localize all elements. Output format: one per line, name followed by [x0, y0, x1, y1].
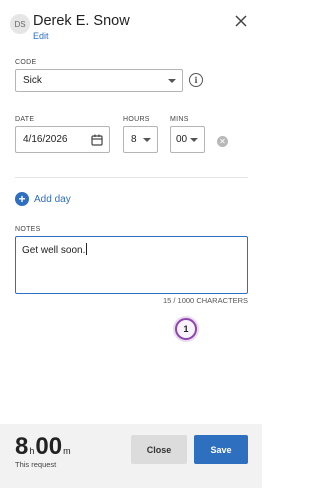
mins-select[interactable]: 00	[170, 126, 205, 153]
close-button[interactable]: Close	[131, 435, 187, 464]
chevron-down-icon	[168, 78, 176, 83]
hours-label: HOURS	[123, 116, 150, 123]
date-label: DATE	[15, 116, 35, 123]
code-value: Sick	[23, 75, 42, 86]
step-badge[interactable]: 1	[175, 318, 197, 340]
panel-header: DS Derek E. Snow Edit	[0, 0, 262, 46]
chevron-down-icon	[143, 137, 151, 142]
date-value: 4/16/2026	[23, 134, 68, 145]
hours-value: 8	[131, 134, 137, 145]
hours-unit: h	[29, 446, 35, 456]
total-hours: 8	[15, 433, 29, 460]
info-icon[interactable]: i	[189, 73, 203, 87]
text-cursor	[86, 243, 88, 255]
total-mins: 00	[35, 433, 63, 460]
calendar-icon[interactable]	[91, 134, 103, 146]
total-subtitle: This request	[15, 460, 57, 469]
mins-label: MINS	[170, 116, 189, 123]
close-icon[interactable]	[234, 14, 248, 28]
code-label: CODE	[15, 59, 37, 66]
request-total: 8 h 00 m	[15, 433, 72, 461]
code-select[interactable]: Sick	[15, 69, 183, 92]
add-day-label: Add day	[34, 193, 71, 205]
add-day-button[interactable]: + Add day	[15, 192, 71, 206]
edit-link[interactable]: Edit	[33, 31, 49, 41]
date-field[interactable]: 4/16/2026	[15, 126, 110, 153]
notes-value: Get well soon.	[22, 245, 86, 256]
save-button[interactable]: Save	[194, 435, 248, 464]
notes-label: NOTES	[15, 226, 41, 233]
clear-icon[interactable]: ✕	[217, 136, 228, 147]
hours-select[interactable]: 8	[123, 126, 158, 153]
mins-unit: m	[63, 446, 71, 456]
mins-value: 00	[176, 134, 188, 145]
person-name: Derek E. Snow	[33, 13, 130, 29]
divider	[15, 177, 248, 178]
avatar: DS	[10, 14, 30, 34]
footer: 8 h 00 m This request Close Save	[0, 424, 262, 488]
notes-textarea[interactable]: Get well soon.	[15, 236, 248, 294]
plus-circle-icon: +	[15, 192, 29, 206]
character-count: 15 / 1000 CHARACTERS	[162, 296, 248, 305]
chevron-down-icon	[190, 137, 198, 142]
